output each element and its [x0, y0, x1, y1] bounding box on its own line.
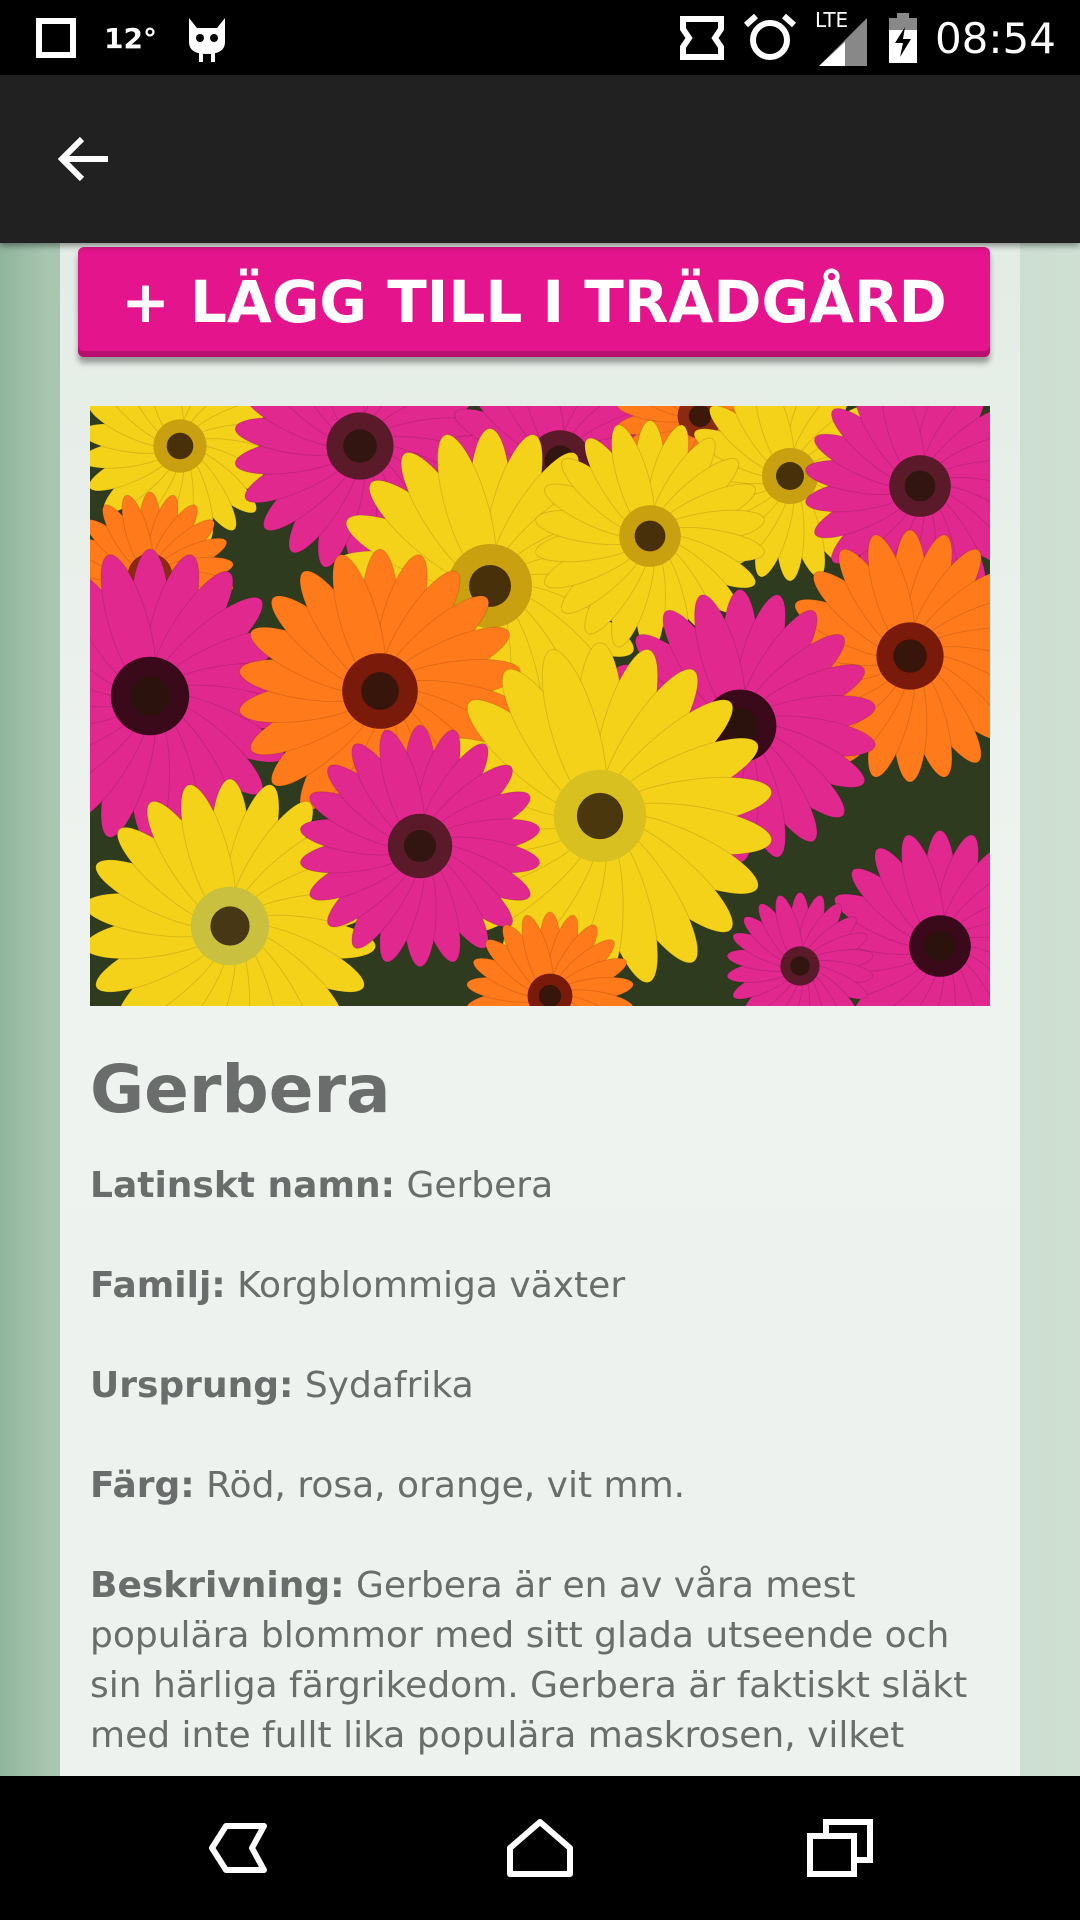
- content-area: + LÄGG TILL I TRÄDGÅRD Gerbera Latinskt …: [0, 243, 1080, 1776]
- arrow-left-icon[interactable]: [52, 127, 116, 191]
- plant-card: + LÄGG TILL I TRÄDGÅRD Gerbera Latinskt …: [60, 243, 1020, 1776]
- cyanogen-mascot-icon: [188, 18, 225, 62]
- plant-title: Gerbera: [90, 1051, 391, 1128]
- plant-info: Latinskt namn: Gerbera Familj: Korgblomm…: [90, 1161, 990, 1776]
- field-latin-name: Latinskt namn: Gerbera: [90, 1161, 990, 1211]
- field-label: Ursprung:: [90, 1365, 294, 1406]
- add-to-garden-button[interactable]: + LÄGG TILL I TRÄDGÅRD: [78, 247, 990, 357]
- field-label: Familj:: [90, 1265, 226, 1306]
- field-value: Gerbera: [406, 1165, 554, 1206]
- status-right: LTE 08:54: [679, 8, 1056, 66]
- field-label: Färg:: [90, 1465, 195, 1506]
- gerbera-flowers-photo: [90, 406, 990, 1006]
- alarm-icon: [743, 13, 796, 60]
- field-origin: Ursprung: Sydafrika: [90, 1361, 990, 1411]
- status-left: 12°: [36, 14, 229, 62]
- status-bar: 12° LTE 08:54: [0, 0, 1080, 75]
- field-label: Beskrivning:: [90, 1565, 345, 1606]
- clock: 08:54: [934, 13, 1056, 63]
- field-label: Latinskt namn:: [90, 1165, 395, 1206]
- field-value: Röd, rosa, orange, vit mm.: [206, 1465, 686, 1506]
- nfc-icon: [679, 16, 724, 60]
- signal-icon: LTE: [815, 8, 871, 66]
- field-description: Beskrivning: Gerbera är en av våra mest …: [90, 1561, 990, 1761]
- battery-charging-icon: [888, 13, 917, 63]
- field-value: Korgblommiga växter: [237, 1265, 626, 1306]
- field-family: Familj: Korgblommiga växter: [90, 1261, 990, 1311]
- square-notification-icon: [36, 18, 76, 58]
- nav-bar: [0, 1776, 1080, 1920]
- flower-photo-drawing: [90, 406, 990, 1006]
- field-value: Sydafrika: [304, 1365, 474, 1406]
- nav-home-icon[interactable]: [500, 1812, 580, 1884]
- app-bar: [0, 75, 1080, 243]
- nav-back-icon[interactable]: [200, 1812, 280, 1884]
- nav-recents-icon[interactable]: [800, 1812, 880, 1884]
- add-to-garden-label: + LÄGG TILL I TRÄDGÅRD: [121, 268, 947, 336]
- temperature-text: 12°: [104, 21, 157, 55]
- field-color: Färg: Röd, rosa, orange, vit mm.: [90, 1461, 990, 1511]
